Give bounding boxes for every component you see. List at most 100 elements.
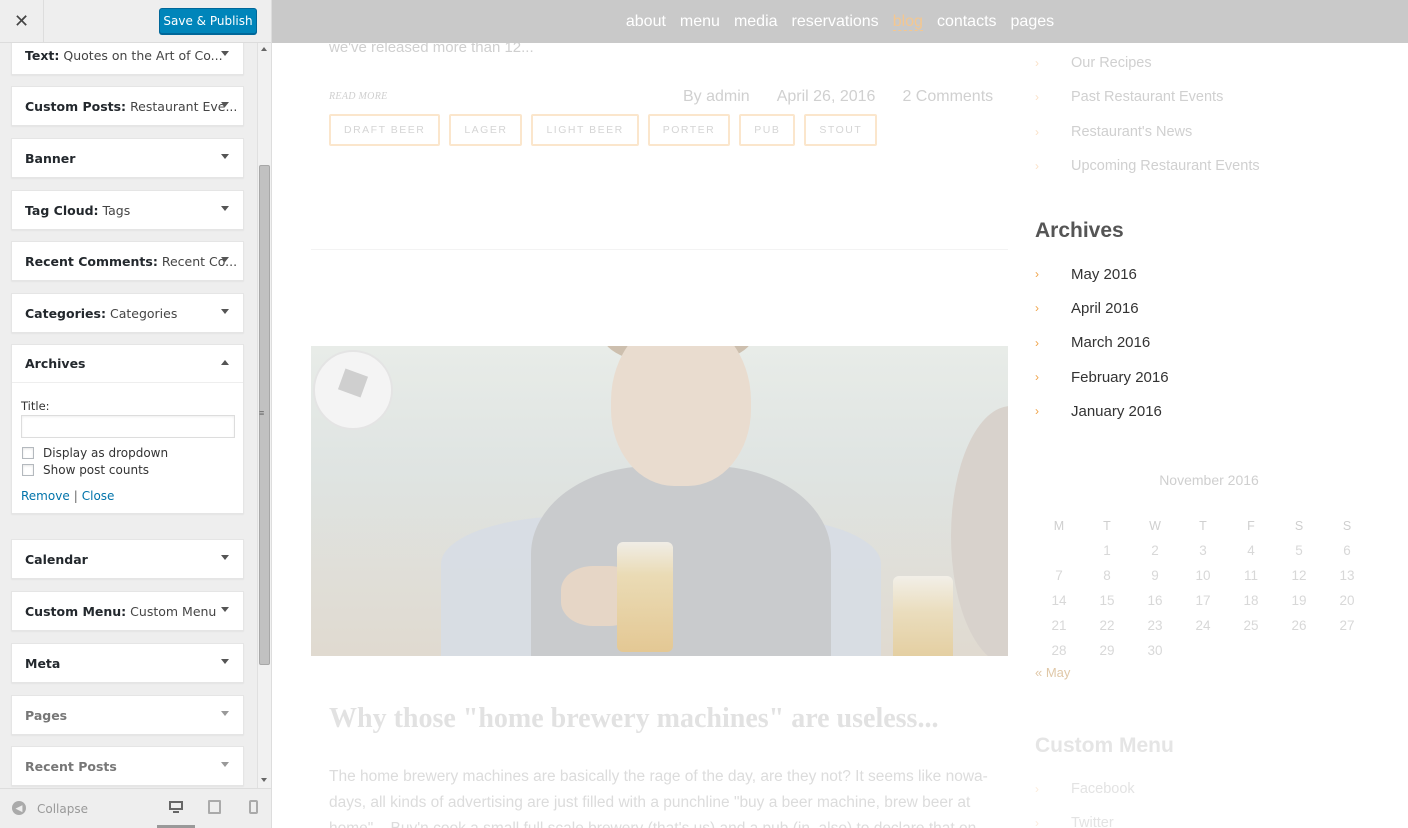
tag-pub[interactable]: PUB xyxy=(739,114,796,146)
weekday-header: T xyxy=(1199,519,1207,533)
calendar-day: 19 xyxy=(1291,593,1307,608)
collapse-arrow-icon[interactable] xyxy=(221,360,229,365)
widget-header[interactable]: Meta xyxy=(12,644,243,682)
expand-arrow-icon[interactable] xyxy=(221,607,229,612)
calendar-week: 7 8 9 10 11 12 13 xyxy=(1035,563,1383,588)
tag-lager[interactable]: LAGER xyxy=(449,114,523,146)
post-title[interactable]: Why those "home brewery machines" are us… xyxy=(329,703,938,735)
calendar-caption: November 2016 xyxy=(1159,472,1259,488)
close-icon[interactable]: ✕ xyxy=(0,0,44,42)
category-item[interactable]: › Past Restaurant Events xyxy=(1035,80,1260,114)
post-date[interactable]: April 26, 2016 xyxy=(777,88,876,106)
read-more-link[interactable]: READ MORE xyxy=(329,91,388,102)
widgets-list[interactable]: Text: Quotes on the Art of Co... Custom Po… xyxy=(0,43,258,788)
display-dropdown-checkbox[interactable] xyxy=(22,447,34,459)
archives-widget-form: Title: Display as dropdown Show post count… xyxy=(12,383,243,513)
custom-menu-item[interactable]: › Facebook xyxy=(1035,772,1135,806)
nav-item-contacts[interactable]: contacts xyxy=(937,13,997,31)
mobile-preview-icon[interactable] xyxy=(247,799,263,815)
expand-arrow-icon[interactable] xyxy=(221,102,229,107)
category-label: Our Recipes xyxy=(1071,55,1152,72)
custom-menu-item[interactable]: › Twitter xyxy=(1035,806,1135,828)
nav-item-menu[interactable]: menu xyxy=(680,13,720,31)
title-input[interactable] xyxy=(21,415,235,438)
widget-type-label: Meta xyxy=(25,655,61,671)
calendar-prev-link[interactable]: « May xyxy=(1035,665,1383,680)
scroll-up-arrow-icon[interactable] xyxy=(261,47,267,51)
widget-header[interactable]: Text: Quotes on the Art of Co... xyxy=(12,43,243,74)
expand-arrow-icon[interactable] xyxy=(221,711,229,716)
nav-item-media[interactable]: media xyxy=(734,13,778,31)
chevron-right-icon: › xyxy=(1035,56,1039,71)
archive-item[interactable]: › March 2016 xyxy=(1035,326,1169,360)
archive-item[interactable]: › April 2016 xyxy=(1035,291,1169,325)
expand-arrow-icon[interactable] xyxy=(221,154,229,159)
widget-header[interactable]: Recent Comments: Recent Co... xyxy=(12,242,243,280)
archive-label: May 2016 xyxy=(1071,265,1137,283)
nav-item-pages[interactable]: pages xyxy=(1011,13,1055,31)
tablet-preview-icon[interactable] xyxy=(207,799,223,815)
show-post-counts-checkbox[interactable] xyxy=(22,464,34,476)
title-label: Title: xyxy=(21,399,50,413)
widget-header[interactable]: Custom Posts: Restaurant Eve... xyxy=(12,87,243,125)
calendar-day: 13 xyxy=(1339,568,1355,583)
tag-porter[interactable]: PORTER xyxy=(647,114,731,146)
category-item[interactable]: › Upcoming Restaurant Events xyxy=(1035,149,1260,183)
expand-arrow-icon[interactable] xyxy=(221,51,229,56)
display-dropdown-label: Display as dropdown xyxy=(43,446,169,460)
post-featured-image[interactable] xyxy=(311,346,1008,656)
expand-arrow-icon[interactable] xyxy=(221,206,229,211)
widget-header[interactable]: Calendar xyxy=(12,540,243,578)
widget-header[interactable]: Tag Cloud: Tags xyxy=(12,191,243,229)
widget-header[interactable]: Banner xyxy=(12,139,243,177)
save-publish-button[interactable]: Save & Publish xyxy=(159,8,257,34)
widget-header[interactable]: Recent Posts xyxy=(12,747,243,785)
expand-arrow-icon[interactable] xyxy=(221,659,229,664)
collapse-arrow-icon[interactable]: ◀ xyxy=(12,801,26,815)
calendar-day xyxy=(1179,638,1227,663)
custom-menu-label: Twitter xyxy=(1071,815,1114,828)
dropdown-option[interactable]: Display as dropdown xyxy=(21,446,234,460)
post-comments[interactable]: 2 Comments xyxy=(902,88,993,106)
archive-item[interactable]: › January 2016 xyxy=(1035,394,1169,428)
nav-item-reservations[interactable]: reservations xyxy=(792,13,879,31)
post-author[interactable]: By admin xyxy=(683,88,750,106)
expand-arrow-icon[interactable] xyxy=(221,762,229,767)
widget-banner: Banner xyxy=(11,138,244,178)
widget-header[interactable]: Pages xyxy=(12,696,243,734)
expand-arrow-icon[interactable] xyxy=(221,555,229,560)
calendar-day: 9 xyxy=(1151,568,1159,583)
post-counts-option[interactable]: Show post counts xyxy=(21,463,234,477)
category-item[interactable]: › Our Recipes xyxy=(1035,46,1260,80)
collapse-button[interactable]: Collapse xyxy=(37,802,88,816)
widget-title-label: Custom Menu xyxy=(130,603,217,619)
nav-item-about[interactable]: about xyxy=(626,13,666,31)
nav-item-blog[interactable]: blog xyxy=(892,13,923,31)
widget-type-label: Categories: xyxy=(25,305,106,321)
widget-custom-posts-restaurant-eve: Custom Posts: Restaurant Eve... xyxy=(11,86,244,126)
widget-recent-comments-recent-co: Recent Comments: Recent Co... xyxy=(11,241,244,281)
archive-item[interactable]: › May 2016 xyxy=(1035,257,1169,291)
category-item[interactable]: › Restaurant's News xyxy=(1035,115,1260,149)
widget-header[interactable]: Custom Menu: Custom Menu xyxy=(12,592,243,630)
archive-label: March 2016 xyxy=(1071,334,1151,352)
tag-draft-beer[interactable]: DRAFT BEER xyxy=(329,114,441,146)
desktop-preview-icon[interactable] xyxy=(168,799,184,815)
expand-arrow-icon[interactable] xyxy=(221,257,229,262)
widget-type-label: Text: xyxy=(25,47,60,63)
tag-stout[interactable]: STOUT xyxy=(804,114,878,146)
custom-menu-list: › Facebook › Twitter xyxy=(1035,772,1135,828)
scroll-down-arrow-icon[interactable] xyxy=(261,778,267,782)
expand-arrow-icon[interactable] xyxy=(221,309,229,314)
calendar-day: 25 xyxy=(1243,618,1259,633)
widget-header[interactable]: Categories: Categories xyxy=(12,294,243,332)
widget-type-label: Recent Comments: xyxy=(25,253,158,269)
resize-grip-icon[interactable]: ≡ xyxy=(259,408,265,418)
close-link[interactable]: Close xyxy=(82,489,115,503)
widget-header[interactable]: Archives xyxy=(12,345,243,383)
archive-item[interactable]: › February 2016 xyxy=(1035,360,1169,394)
custom-menu-widget-title: Custom Menu xyxy=(1035,734,1174,757)
calendar-day: 29 xyxy=(1099,643,1115,658)
tag-light-beer[interactable]: LIGHT BEER xyxy=(531,114,639,146)
remove-link[interactable]: Remove xyxy=(21,489,70,503)
